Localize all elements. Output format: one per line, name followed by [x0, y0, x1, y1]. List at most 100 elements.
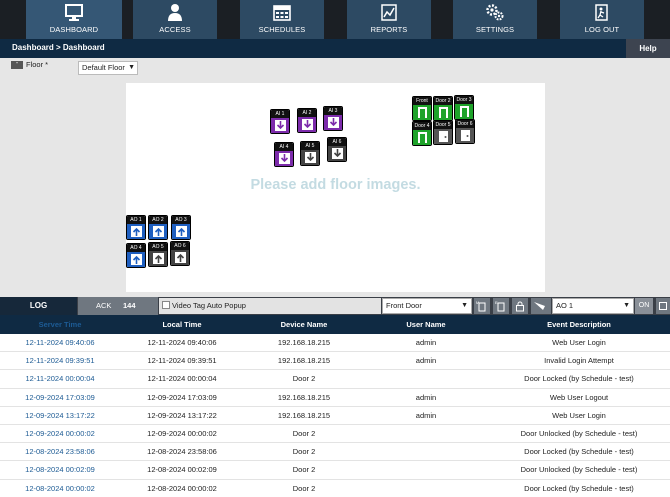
column-header[interactable]: Device Name — [244, 315, 364, 334]
floor-canvas[interactable]: Please add floor images. AI 1 AI 2 AI 3 … — [126, 83, 545, 292]
table-row[interactable]: 12-08-2024 23:58:06 12-08-2024 23:58:06 Do… — [0, 443, 670, 462]
log-button[interactable]: LOG — [0, 297, 77, 315]
video-tag-checkbox[interactable] — [162, 301, 170, 309]
nav-reports[interactable]: REPORTS — [347, 0, 431, 39]
table-row[interactable]: 12-08-2024 00:02:09 12-08-2024 00:02:09 Do… — [0, 461, 670, 480]
device-label: Door 4 — [413, 122, 431, 130]
server-time-cell: 12-08-2024 23:58:06 — [25, 447, 95, 457]
output-select[interactable]: AO 1 ▼ — [552, 298, 634, 314]
door-open-icon — [418, 132, 427, 143]
table-row[interactable]: 12-09-2024 13:17:22 12-09-2024 13:17:22 19… — [0, 407, 670, 425]
device-ai-3[interactable]: AI 3 — [323, 106, 343, 131]
device-door-6[interactable]: Door 6 — [455, 119, 475, 144]
server-time-cell: 12-11-2024 09:39:51 — [25, 356, 95, 366]
table-row[interactable]: 12-11-2024 09:40:06 12-11-2024 09:40:06 19… — [0, 334, 670, 353]
user-name-cell: admin — [415, 356, 437, 366]
device-door-5[interactable]: Door 5 — [433, 120, 453, 145]
input-down-arrow-icon — [279, 153, 290, 164]
ack-count: 144 — [123, 301, 136, 310]
device-ao-3[interactable]: AO 3 — [171, 215, 191, 240]
device-ai-5[interactable]: AI 5 — [300, 141, 320, 166]
column-header[interactable]: User Name — [366, 315, 486, 334]
column-header[interactable]: Event Description — [488, 315, 670, 334]
device-label: AI 3 — [324, 107, 342, 115]
local-time-cell: 12-08-2024 00:00:02 — [147, 483, 217, 493]
table-row[interactable]: 12-09-2024 00:00:02 12-09-2024 00:00:02 Do… — [0, 425, 670, 444]
device-name-cell: Door 2 — [292, 483, 316, 493]
nav-label: DASHBOARD — [49, 25, 99, 34]
ack-label: ACK — [96, 301, 112, 310]
nav-schedules[interactable]: SCHEDULES — [240, 0, 324, 39]
calendar-icon — [273, 5, 291, 21]
video-tag-popup-toggle[interactable]: Video Tag Auto Popup — [159, 298, 381, 314]
door-closed-icon — [439, 131, 448, 142]
nav-access[interactable]: ACCESS — [133, 0, 217, 39]
device-door-3[interactable]: Door 3 — [454, 95, 474, 120]
device-ai-6[interactable]: AI 6 — [327, 137, 347, 162]
door-select[interactable]: Front Door ▼ — [382, 298, 472, 314]
device-ao-5[interactable]: AO 5 — [148, 242, 168, 267]
log-toolbar: LOG ACK 144 Video Tag Auto Popup Front D… — [0, 297, 670, 315]
nav-label: SETTINGS — [475, 25, 515, 34]
device-door-front[interactable]: Front — [412, 96, 432, 121]
column-header[interactable]: Local Time — [122, 315, 242, 334]
device-label: AI 5 — [301, 142, 319, 150]
nav-logout[interactable]: LOG OUT — [560, 0, 644, 39]
table-row[interactable]: 12-11-2024 09:39:51 12-11-2024 09:39:51 19… — [0, 352, 670, 371]
device-name-cell: Door 2 — [292, 374, 316, 384]
nav-settings[interactable]: SETTINGS — [453, 0, 537, 39]
floor-select[interactable]: Default Floor ▼ — [78, 61, 138, 75]
svg-text:E: E — [495, 300, 498, 305]
device-name-cell: 192.168.18.215 — [277, 338, 331, 347]
device-label: AI 6 — [328, 138, 346, 146]
input-down-arrow-icon — [332, 148, 343, 159]
lock-button[interactable] — [512, 298, 528, 314]
device-ai-4[interactable]: AI 4 — [274, 142, 294, 167]
user-name-cell: admin — [415, 410, 437, 420]
device-name-cell: Door 2 — [292, 428, 316, 438]
help-button[interactable]: Help — [626, 39, 670, 58]
device-name-cell: Door 2 — [292, 465, 316, 475]
door-select-value: Front Door — [386, 301, 422, 310]
device-label: AO 1 — [127, 216, 145, 224]
nav-dashboard[interactable]: DASHBOARD — [26, 0, 122, 39]
off-button[interactable] — [656, 298, 670, 314]
column-header[interactable]: Server Time — [0, 315, 120, 334]
device-ai-1[interactable]: AI 1 — [270, 109, 290, 134]
device-label: Door 6 — [456, 120, 474, 128]
input-down-arrow-icon — [275, 120, 286, 131]
server-time-cell: 12-11-2024 09:40:06 — [25, 338, 95, 347]
device-ao-2[interactable]: AO 2 — [148, 215, 168, 240]
device-ao-4[interactable]: AO 4 — [126, 243, 146, 268]
device-label: AO 2 — [149, 216, 167, 224]
device-label: AO 5 — [149, 243, 167, 251]
device-door-4[interactable]: Door 4 — [412, 121, 432, 146]
local-time-cell: 12-09-2024 17:03:09 — [147, 392, 217, 402]
device-name-cell: 192.168.18.215 — [277, 356, 331, 366]
on-button[interactable]: ON — [635, 298, 653, 314]
door-open-icon — [439, 107, 448, 118]
nav-label: SCHEDULES — [258, 25, 306, 34]
device-ao-1[interactable]: AO 1 — [126, 215, 146, 240]
door-exit-button[interactable]: E — [493, 298, 509, 314]
output-up-arrow-icon — [131, 254, 142, 265]
ack-button[interactable]: ACK 144 — [78, 297, 158, 315]
device-door-2[interactable]: Door 2 — [433, 96, 453, 121]
door-exit-icon: E — [495, 300, 505, 312]
output-up-arrow-icon — [153, 226, 164, 237]
device-label: AI 4 — [275, 143, 293, 151]
device-label: AI 1 — [271, 110, 289, 118]
table-row[interactable]: 12-08-2024 00:00:02 12-08-2024 00:00:02 Do… — [0, 480, 670, 497]
momentary-unlock-button[interactable]: M — [474, 298, 490, 314]
door-closed-icon — [461, 130, 470, 141]
device-ao-6[interactable]: AO 6 — [170, 241, 190, 266]
output-select-value: AO 1 — [556, 301, 574, 310]
collapse-button[interactable]: - — [11, 60, 23, 69]
device-ai-2[interactable]: AI 2 — [297, 108, 317, 133]
table-row[interactable]: 12-11-2024 00:00:04 12-11-2024 00:00:04 Do… — [0, 370, 670, 389]
event-description-cell: Door Locked (by Schedule - test) — [524, 447, 634, 457]
exit-door-icon — [595, 4, 608, 21]
alarm-button[interactable] — [531, 298, 551, 314]
device-label: AO 4 — [127, 244, 145, 252]
table-row[interactable]: 12-09-2024 17:03:09 12-09-2024 17:03:09 19… — [0, 389, 670, 407]
